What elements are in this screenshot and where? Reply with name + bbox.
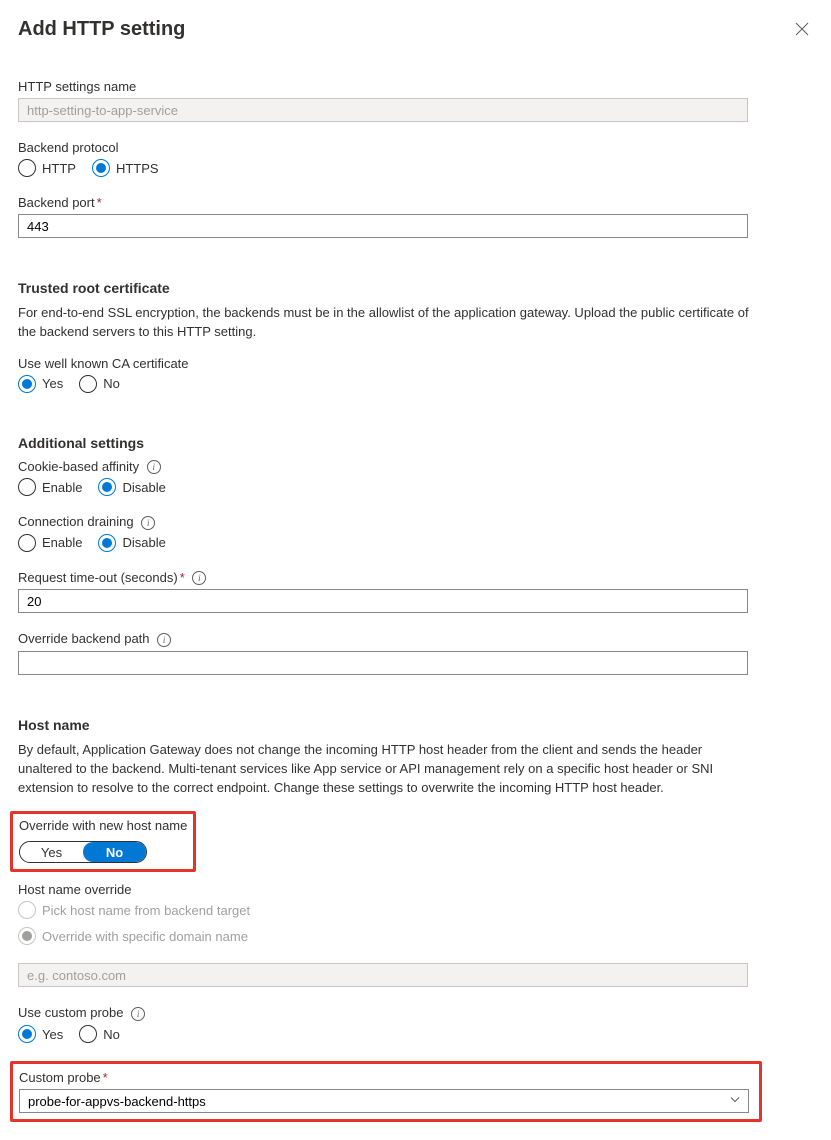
backend-port-label: Backend port* (18, 195, 813, 210)
radio-label: Override with specific domain name (42, 929, 248, 944)
radio-label: Yes (42, 1027, 63, 1042)
radio-label: Pick host name from backend target (42, 903, 250, 918)
override-new-host-toggle[interactable]: Yes No (19, 841, 147, 863)
close-button[interactable] (791, 18, 813, 45)
backend-port-input[interactable] (18, 214, 748, 238)
info-icon[interactable] (157, 633, 171, 647)
connection-draining-label: Connection draining (18, 514, 813, 530)
use-custom-probe-yes-radio[interactable]: Yes (18, 1025, 63, 1043)
radio-label: Enable (42, 535, 82, 550)
radio-icon (18, 159, 36, 177)
radio-icon (18, 1025, 36, 1043)
backend-protocol-https-radio[interactable]: HTTPS (92, 159, 159, 177)
radio-label: HTTPS (116, 161, 159, 176)
specific-domain-input (18, 963, 748, 987)
radio-icon (79, 1025, 97, 1043)
radio-label: Disable (122, 480, 165, 495)
well-known-ca-yes-radio[interactable]: Yes (18, 375, 63, 393)
override-backend-path-label: Override backend path (18, 631, 813, 647)
cookie-affinity-disable-radio[interactable]: Disable (98, 478, 165, 496)
radio-label: Enable (42, 480, 82, 495)
custom-probe-select[interactable] (19, 1089, 749, 1113)
custom-probe-highlight: Custom probe* (10, 1061, 762, 1122)
radio-icon (18, 478, 36, 496)
custom-probe-label: Custom probe* (19, 1070, 753, 1085)
host-name-override-label: Host name override (18, 882, 813, 897)
trusted-root-desc: For end-to-end SSL encryption, the backe… (18, 304, 753, 342)
radio-label: Disable (122, 535, 165, 550)
custom-probe-value[interactable] (19, 1089, 749, 1113)
radio-icon (18, 375, 36, 393)
host-name-heading: Host name (18, 717, 813, 733)
radio-label: No (103, 376, 120, 391)
radio-icon (18, 901, 36, 919)
cookie-affinity-enable-radio[interactable]: Enable (18, 478, 82, 496)
page-title: Add HTTP setting (18, 18, 185, 41)
host-name-desc: By default, Application Gateway does not… (18, 741, 753, 798)
info-icon[interactable] (147, 460, 161, 474)
required-star-icon: * (97, 195, 102, 210)
radio-icon (98, 478, 116, 496)
radio-icon (92, 159, 110, 177)
well-known-ca-no-radio[interactable]: No (79, 375, 120, 393)
radio-icon (98, 534, 116, 552)
override-new-host-no[interactable]: No (83, 842, 146, 862)
connection-draining-disable-radio[interactable]: Disable (98, 534, 165, 552)
radio-label: No (103, 1027, 120, 1042)
close-icon (795, 22, 809, 36)
cookie-affinity-label: Cookie-based affinity (18, 459, 813, 475)
additional-settings-heading: Additional settings (18, 435, 813, 451)
use-custom-probe-label: Use custom probe (18, 1005, 813, 1021)
backend-protocol-label: Backend protocol (18, 140, 813, 155)
connection-draining-enable-radio[interactable]: Enable (18, 534, 82, 552)
override-new-host-label: Override with new host name (19, 818, 187, 833)
override-specific-domain-radio: Override with specific domain name (18, 927, 813, 945)
trusted-root-heading: Trusted root certificate (18, 280, 813, 296)
http-settings-name-label: HTTP settings name (18, 79, 813, 94)
request-timeout-input[interactable] (18, 589, 748, 613)
request-timeout-label: Request time-out (seconds)* (18, 570, 813, 586)
info-icon[interactable] (131, 1007, 145, 1021)
radio-icon (18, 534, 36, 552)
required-star-icon: * (103, 1070, 108, 1085)
radio-icon (79, 375, 97, 393)
radio-label: HTTP (42, 161, 76, 176)
override-new-host-yes[interactable]: Yes (20, 842, 83, 862)
required-star-icon: * (180, 570, 185, 585)
backend-protocol-http-radio[interactable]: HTTP (18, 159, 76, 177)
info-icon[interactable] (192, 571, 206, 585)
well-known-ca-label: Use well known CA certificate (18, 356, 813, 371)
pick-host-backend-radio: Pick host name from backend target (18, 901, 813, 919)
info-icon[interactable] (141, 516, 155, 530)
use-custom-probe-no-radio[interactable]: No (79, 1025, 120, 1043)
radio-icon (18, 927, 36, 945)
override-backend-path-input[interactable] (18, 651, 748, 675)
http-settings-name-input[interactable] (18, 98, 748, 122)
override-host-name-highlight: Override with new host name Yes No (10, 811, 196, 872)
radio-label: Yes (42, 376, 63, 391)
